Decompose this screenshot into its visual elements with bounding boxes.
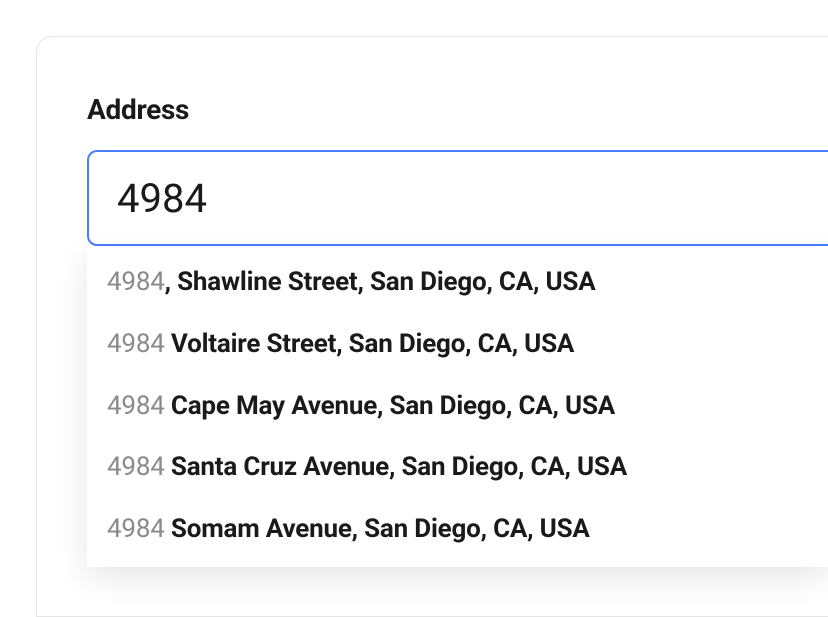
suggestion-rest: Shawline Street, San Diego, CA, USA — [177, 267, 595, 297]
address-label: Address — [87, 93, 828, 126]
suggestion-rest: Cape May Avenue, San Diego, CA, USA — [171, 391, 615, 421]
suggestion-rest: Santa Cruz Avenue, San Diego, CA, USA — [171, 452, 627, 482]
suggestion-prefix: 4984 — [107, 329, 165, 359]
suggestion-prefix: 4984 — [107, 514, 165, 544]
suggestion-rest: Somam Avenue, San Diego, CA, USA — [171, 514, 590, 544]
address-field-wrap: 4984, Shawline Street, San Diego, CA, US… — [87, 150, 828, 246]
address-input[interactable] — [87, 150, 828, 246]
suggestion-prefix: 4984 — [107, 391, 165, 421]
address-suggestion[interactable]: 4984, Shawline Street, San Diego, CA, US… — [87, 252, 828, 314]
suggestion-prefix: 4984 — [107, 267, 165, 297]
address-suggestions-dropdown: 4984, Shawline Street, San Diego, CA, US… — [87, 246, 828, 567]
address-suggestion[interactable]: 4984 Somam Avenue, San Diego, CA, USA — [87, 499, 828, 561]
form-card: Address 4984, Shawline Street, San Diego… — [36, 36, 828, 617]
address-suggestion[interactable]: 4984 Cape May Avenue, San Diego, CA, USA — [87, 376, 828, 438]
suggestion-prefix: 4984 — [107, 452, 165, 482]
address-suggestion[interactable]: 4984 Voltaire Street, San Diego, CA, USA — [87, 314, 828, 376]
suggestion-rest: Voltaire Street, San Diego, CA, USA — [171, 329, 574, 359]
address-suggestion[interactable]: 4984 Santa Cruz Avenue, San Diego, CA, U… — [87, 437, 828, 499]
suggestion-comma: , — [165, 267, 177, 297]
